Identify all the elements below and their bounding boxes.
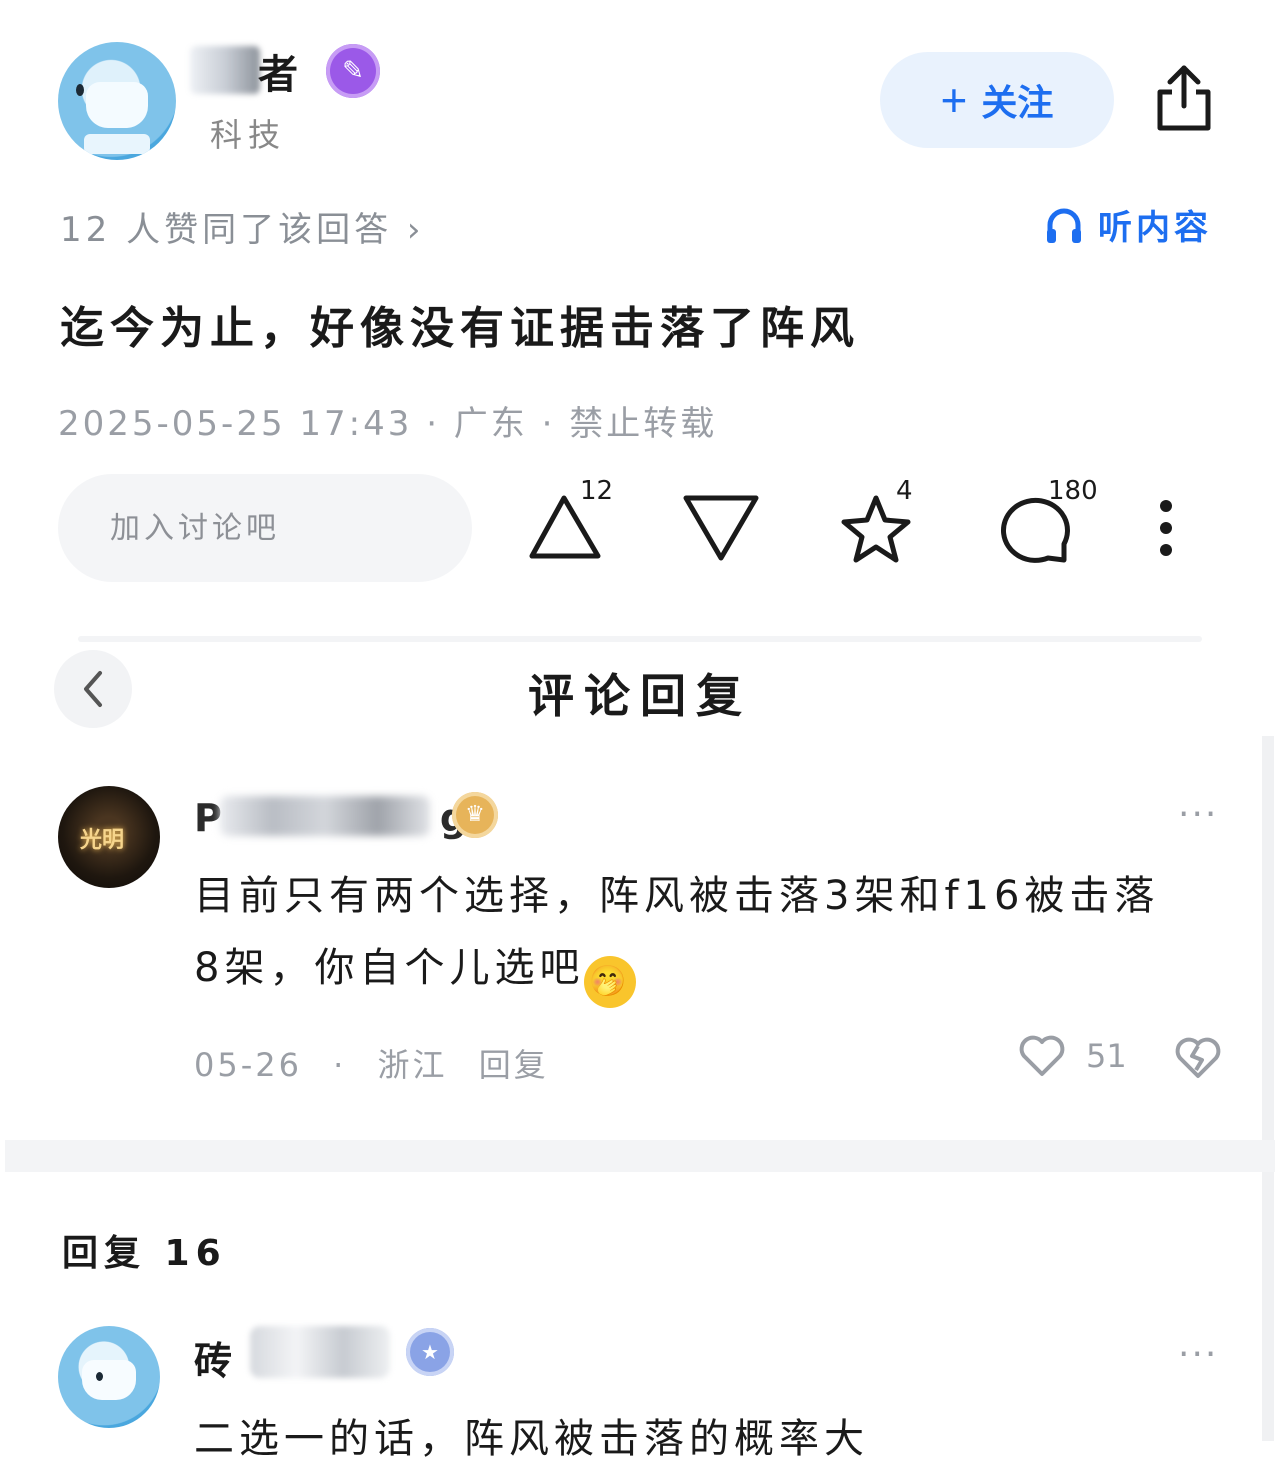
replies-count: 回复 16 <box>62 1233 227 1274</box>
comment-meta: 05-26 · 浙江 回复 <box>194 1046 549 1084</box>
author-avatar[interactable] <box>58 42 176 160</box>
comment-text-line1: 目前只有两个选择，阵风被击落3架和f16被击落 <box>194 873 1160 919</box>
broken-heart-icon[interactable] <box>1172 1034 1224 1082</box>
comment-date: 05-26 <box>194 1046 302 1084</box>
hand-over-mouth-emoji-icon: 🤭 <box>584 956 637 1008</box>
author-name-blur <box>190 46 260 94</box>
plus-icon: + <box>940 74 968 126</box>
downvote-button[interactable] <box>672 480 772 580</box>
follow-label: 关注 <box>981 82 1054 123</box>
author-category: 科技 <box>210 116 287 154</box>
reply-text: 二选一的话，阵风被击落的概率大 <box>194 1416 869 1462</box>
upvote-count: 12 <box>580 476 614 506</box>
commenter-name-blur <box>220 796 430 836</box>
comment-more-button[interactable]: ··· <box>1178 794 1218 835</box>
crown-badge-icon: ♛ <box>452 792 498 838</box>
section-gap <box>5 1140 1275 1172</box>
star-icon <box>841 495 911 563</box>
reply-more-button[interactable]: ··· <box>1178 1334 1218 1375</box>
level-badge-icon: ★ <box>406 1328 454 1376</box>
listen-label: 听内容 <box>1098 208 1212 248</box>
upvote-button[interactable]: 12 <box>520 476 620 580</box>
listen-button[interactable]: 听内容 <box>1044 200 1212 249</box>
pen-badge-icon: ✎ <box>326 44 380 98</box>
reply-link[interactable]: 回复 <box>479 1046 549 1084</box>
heart-icon <box>1019 1035 1065 1076</box>
replier-name-blur <box>250 1326 390 1378</box>
replier-name[interactable]: 砖 <box>194 1330 232 1385</box>
agree-count-link[interactable]: 12 人赞同了该回答 › <box>60 202 424 251</box>
commenter-avatar[interactable]: 光明 <box>58 786 160 888</box>
comment-text-line2: 8架，你自个儿选吧 <box>194 945 585 991</box>
more-vertical-icon[interactable] <box>1150 498 1182 562</box>
divider <box>78 636 1202 642</box>
favorite-count: 4 <box>896 476 913 506</box>
downvote-icon <box>683 495 759 561</box>
share-icon[interactable] <box>1152 62 1216 134</box>
like-count: 51 <box>1086 1037 1127 1075</box>
favorite-button[interactable]: 4 <box>828 476 928 580</box>
author-name[interactable]: 者 <box>258 42 298 100</box>
discuss-input[interactable] <box>58 474 472 582</box>
headphones-icon <box>1047 208 1081 243</box>
answer-meta: 2025-05-25 17:43 · 广东 · 禁止转载 <box>58 404 718 444</box>
comment-location: 浙江 <box>377 1046 448 1084</box>
replier-avatar[interactable] <box>58 1326 160 1428</box>
answer-text: 迄今为止，好像没有证据击落了阵风 <box>60 303 860 354</box>
comment-button[interactable]: 180 <box>990 476 1098 580</box>
panel-title: 评论回复 <box>528 669 752 723</box>
comment-count: 180 <box>1048 476 1098 506</box>
follow-button[interactable]: + 关注 <box>880 52 1114 148</box>
comment-text: 目前只有两个选择，阵风被击落3架和f16被击落 8架，你自个儿选吧 🤭 <box>194 860 1224 1008</box>
scrollbar[interactable] <box>1262 736 1274 1441</box>
like-button[interactable]: 51 <box>1018 1034 1127 1078</box>
